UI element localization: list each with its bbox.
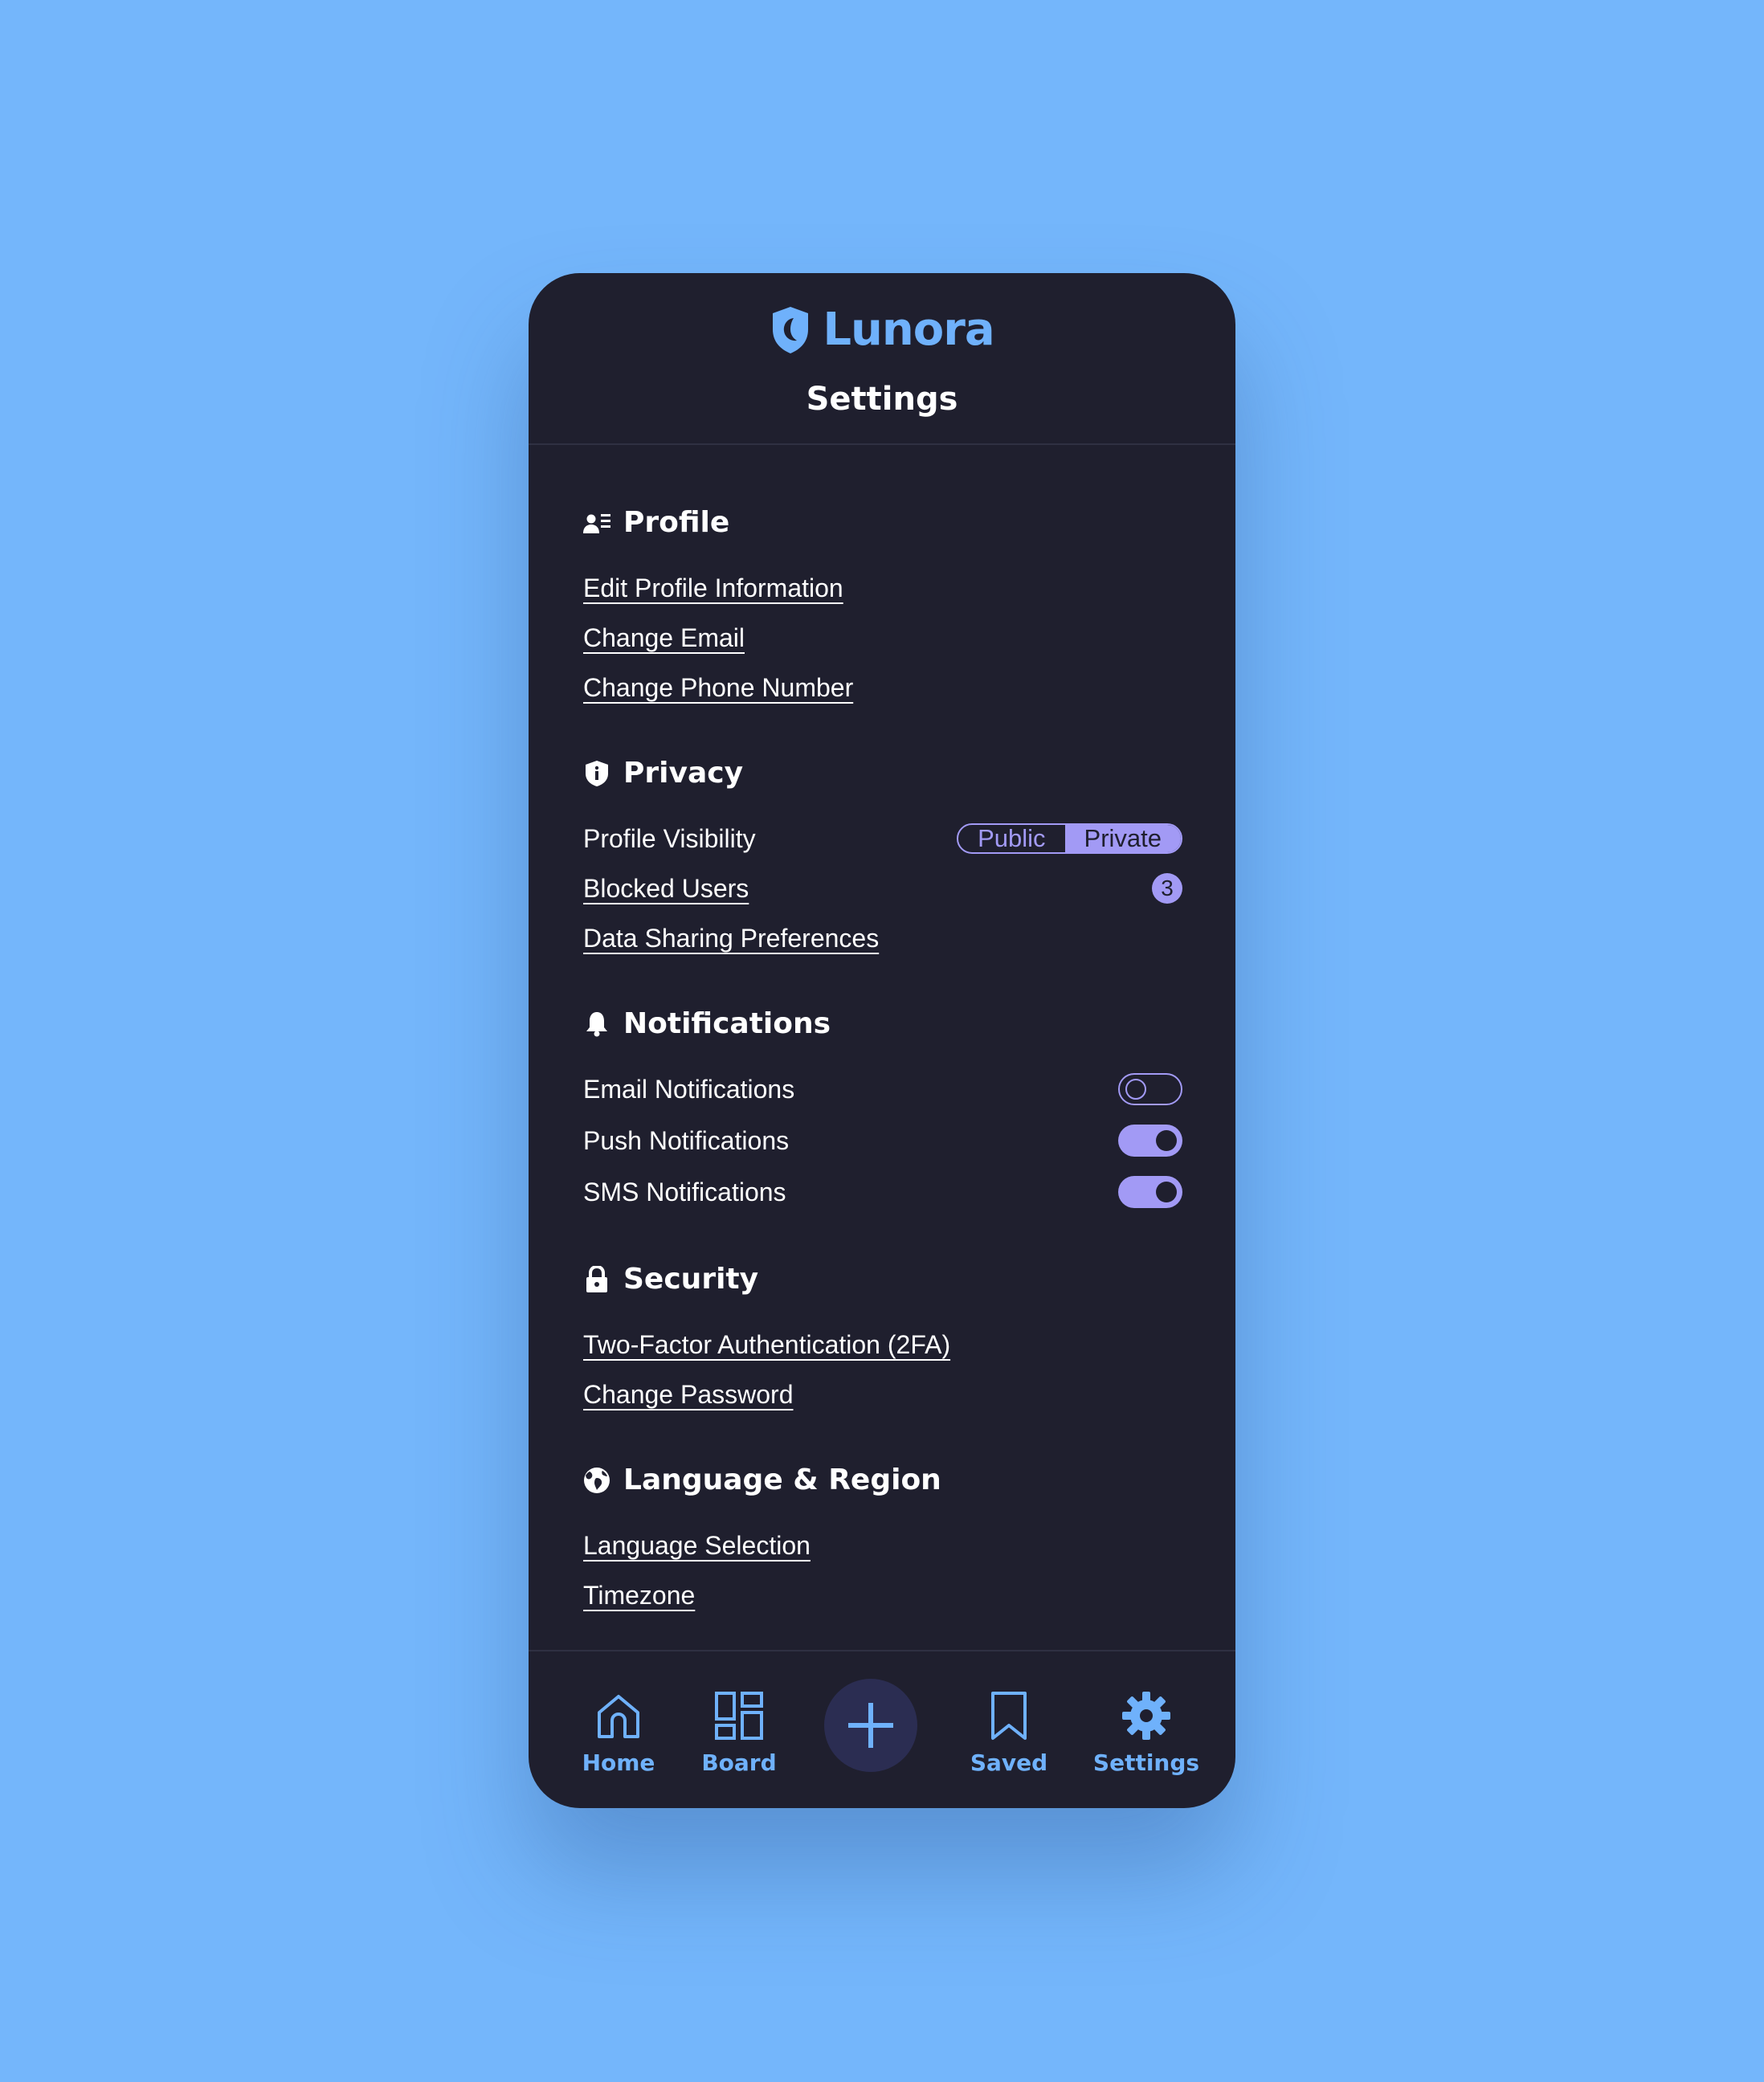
row-change-password: Change Password bbox=[583, 1374, 1182, 1415]
row-edit-profile-info: Edit Profile Information bbox=[583, 567, 1182, 609]
change-email-link[interactable]: Change Email bbox=[583, 623, 745, 653]
sms-notifications-toggle[interactable] bbox=[1118, 1176, 1182, 1208]
lock-icon bbox=[583, 1265, 610, 1293]
data-sharing-link[interactable]: Data Sharing Preferences bbox=[583, 924, 879, 953]
shield-info-icon bbox=[583, 760, 610, 787]
tab-saved[interactable]: Saved bbox=[961, 1651, 1057, 1808]
visibility-option-private[interactable]: Private bbox=[1064, 825, 1181, 852]
toggle-knob bbox=[1156, 1182, 1177, 1202]
blocked-count-badge: 3 bbox=[1152, 873, 1182, 904]
section-title: Profile bbox=[623, 506, 730, 539]
section-privacy-header: Privacy bbox=[583, 757, 743, 790]
bookmark-icon bbox=[991, 1692, 1027, 1740]
brand: Lunora bbox=[529, 304, 1235, 356]
header: Lunora Settings bbox=[529, 273, 1235, 445]
tab-settings[interactable]: Settings bbox=[1086, 1651, 1207, 1808]
row-data-sharing: Data Sharing Preferences bbox=[583, 917, 1182, 959]
section-notifications-header: Notifications bbox=[583, 1007, 831, 1040]
grid-icon bbox=[715, 1692, 763, 1740]
email-notifications-label: Email Notifications bbox=[583, 1074, 795, 1104]
tab-home-label: Home bbox=[582, 1749, 655, 1776]
section-title: Language & Region bbox=[623, 1464, 941, 1496]
push-notifications-toggle[interactable] bbox=[1118, 1125, 1182, 1157]
row-change-email: Change Email bbox=[583, 617, 1182, 659]
sms-notifications-label: SMS Notifications bbox=[583, 1177, 786, 1206]
tab-settings-label: Settings bbox=[1092, 1749, 1200, 1776]
section-security-header: Security bbox=[583, 1263, 758, 1296]
row-push-notifications: Push Notifications bbox=[583, 1120, 1182, 1161]
user-list-icon bbox=[583, 509, 610, 537]
row-two-factor: Two-Factor Authentication (2FA) bbox=[583, 1324, 1182, 1366]
tab-board-label: Board bbox=[701, 1749, 777, 1776]
profile-visibility-label: Profile Visibility bbox=[583, 823, 756, 853]
globe-icon bbox=[583, 1467, 610, 1494]
shield-moon-icon bbox=[773, 306, 809, 353]
settings-screen: Lunora Settings Profile Edit Profile Inf… bbox=[529, 273, 1235, 1808]
home-icon bbox=[598, 1695, 639, 1738]
section-title: Notifications bbox=[623, 1007, 831, 1040]
visibility-option-public[interactable]: Public bbox=[958, 825, 1064, 852]
row-change-phone: Change Phone Number bbox=[583, 667, 1182, 708]
section-profile-header: Profile bbox=[583, 506, 729, 539]
row-timezone: Timezone bbox=[583, 1574, 1182, 1616]
page-title: Settings bbox=[806, 381, 958, 418]
tab-board[interactable]: Board bbox=[691, 1651, 787, 1808]
plus-icon bbox=[848, 1703, 893, 1748]
visibility-segmented-control: Public Private bbox=[957, 823, 1182, 854]
change-phone-link[interactable]: Change Phone Number bbox=[583, 673, 853, 703]
tab-home[interactable]: Home bbox=[570, 1651, 667, 1808]
email-notifications-toggle[interactable] bbox=[1118, 1073, 1182, 1105]
edit-profile-link[interactable]: Edit Profile Information bbox=[583, 574, 843, 603]
toggle-knob bbox=[1125, 1079, 1146, 1100]
gear-icon bbox=[1122, 1692, 1170, 1740]
row-language-selection: Language Selection bbox=[583, 1525, 1182, 1566]
blocked-users-link[interactable]: Blocked Users bbox=[583, 874, 749, 904]
row-profile-visibility: Profile Visibility Public Private bbox=[583, 818, 1182, 859]
section-title: Security bbox=[623, 1263, 759, 1296]
add-button[interactable] bbox=[824, 1679, 917, 1772]
tab-saved-label: Saved bbox=[970, 1749, 1048, 1776]
bell-icon bbox=[583, 1010, 610, 1038]
two-factor-link[interactable]: Two-Factor Authentication (2FA) bbox=[583, 1330, 950, 1360]
section-language-header: Language & Region bbox=[583, 1464, 941, 1496]
toggle-knob bbox=[1156, 1130, 1177, 1151]
push-notifications-label: Push Notifications bbox=[583, 1125, 790, 1155]
brand-name: Lunora bbox=[823, 304, 994, 356]
section-title: Privacy bbox=[623, 757, 744, 790]
row-blocked-users: Blocked Users 3 bbox=[583, 868, 1182, 909]
language-selection-link[interactable]: Language Selection bbox=[583, 1531, 811, 1561]
timezone-link[interactable]: Timezone bbox=[583, 1581, 695, 1610]
row-email-notifications: Email Notifications bbox=[583, 1068, 1182, 1110]
bottom-tab-bar: Home Board Saved Settings bbox=[529, 1650, 1235, 1808]
change-password-link[interactable]: Change Password bbox=[583, 1380, 793, 1410]
row-sms-notifications: SMS Notifications bbox=[583, 1171, 1182, 1213]
